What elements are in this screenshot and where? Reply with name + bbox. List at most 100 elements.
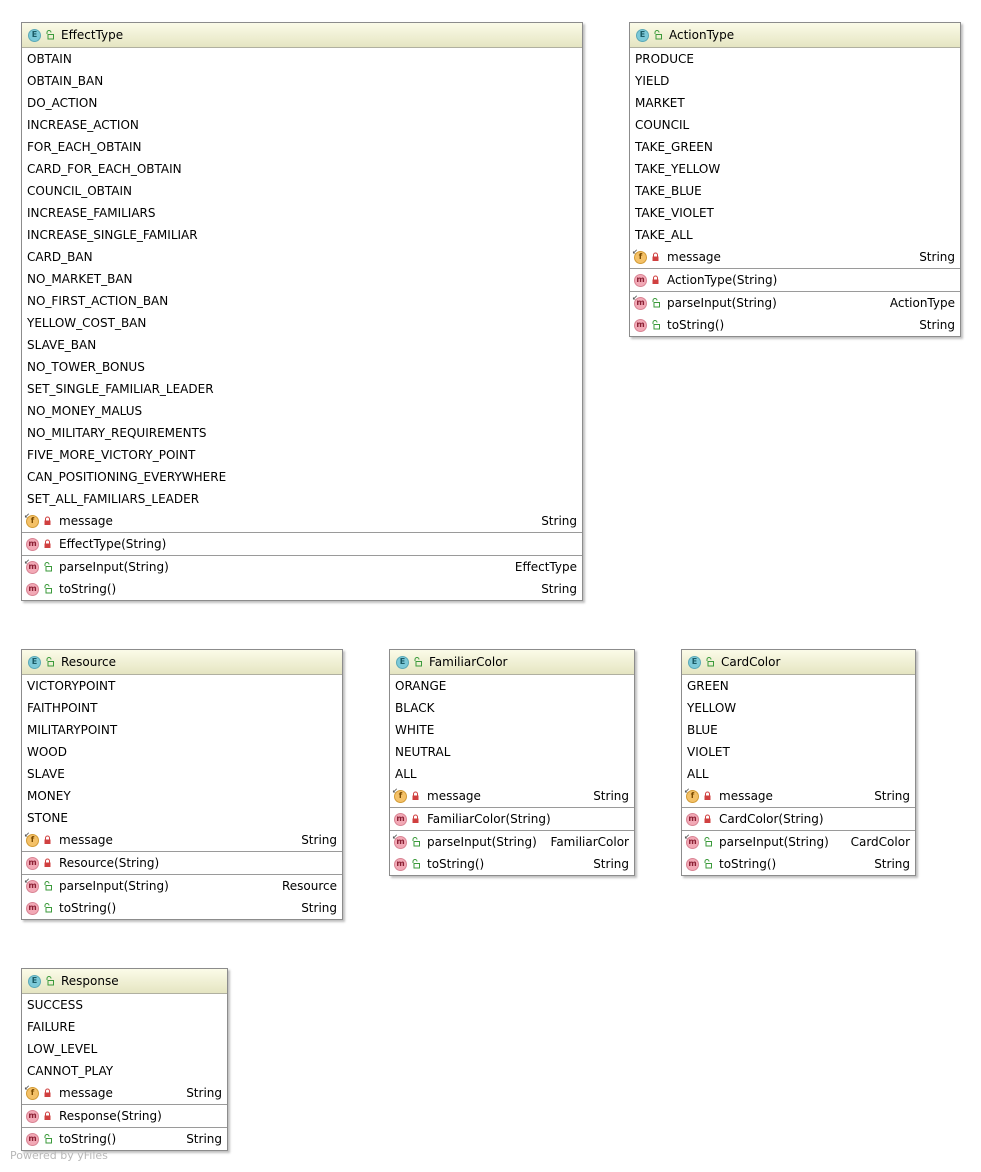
- method-return-type: EffectType: [514, 560, 577, 574]
- constructor-row[interactable]: m ActionType(String): [630, 269, 960, 291]
- enum-constant[interactable]: TAKE_VIOLET: [630, 202, 960, 224]
- enum-constant[interactable]: YELLOW_COST_BAN: [22, 312, 582, 334]
- constructor-row[interactable]: m FamiliarColor(String): [390, 808, 634, 830]
- enum-constant[interactable]: FOR_EACH_OBTAIN: [22, 136, 582, 158]
- constructor-row[interactable]: m Response(String): [22, 1105, 227, 1127]
- field-row[interactable]: f ↙ message String: [22, 510, 582, 532]
- enum-constant[interactable]: NO_MONEY_MALUS: [22, 400, 582, 422]
- constructor-row[interactable]: m EffectType(String): [22, 533, 582, 555]
- enum-constant[interactable]: VIOLET: [682, 741, 915, 763]
- method-row[interactable]: m ↙ parseInput(String) FamiliarColor: [390, 831, 634, 853]
- class-header[interactable]: E Resource: [22, 650, 342, 675]
- field-row[interactable]: f ↙ message String: [682, 785, 915, 807]
- method-row[interactable]: m ↙ parseInput(String) ActionType: [630, 292, 960, 314]
- enum-constant[interactable]: PRODUCE: [630, 48, 960, 70]
- enum-constant[interactable]: SUCCESS: [22, 994, 227, 1016]
- method-row[interactable]: m toString() String: [22, 1128, 227, 1150]
- enum-constant[interactable]: CANNOT_PLAY: [22, 1060, 227, 1082]
- enum-constant[interactable]: OBTAIN_BAN: [22, 70, 582, 92]
- enum-box-response[interactable]: E Response SUCCESS FAILURE LOW_LEVEL CANNOT_P…: [21, 968, 228, 1151]
- enum-constant[interactable]: MILITARYPOINT: [22, 719, 342, 741]
- enum-constant[interactable]: GREEN: [682, 675, 915, 697]
- method-row[interactable]: m toString() String: [390, 853, 634, 875]
- enum-constant[interactable]: SET_SINGLE_FAMILIAR_LEADER: [22, 378, 582, 400]
- enum-box-actiontype[interactable]: E ActionType PRODUCE YIELD MARKET COUNCIL TAKE…: [629, 22, 961, 337]
- enum-constant[interactable]: COUNCIL_OBTAIN: [22, 180, 582, 202]
- enum-constant[interactable]: TAKE_ALL: [630, 224, 960, 246]
- constructor-row[interactable]: m CardColor(String): [682, 808, 915, 830]
- method-row[interactable]: m toString() String: [22, 897, 342, 919]
- enum-constant[interactable]: ORANGE: [390, 675, 634, 697]
- field-name: message: [427, 789, 481, 803]
- enum-constant[interactable]: WOOD: [22, 741, 342, 763]
- enum-constant[interactable]: TAKE_YELLOW: [630, 158, 960, 180]
- enum-constant[interactable]: NO_MILITARY_REQUIREMENTS: [22, 422, 582, 444]
- class-header[interactable]: E CardColor: [682, 650, 915, 675]
- field-row[interactable]: f ↙ message String: [390, 785, 634, 807]
- enum-constant[interactable]: INCREASE_SINGLE_FAMILIAR: [22, 224, 582, 246]
- enum-constant[interactable]: VICTORYPOINT: [22, 675, 342, 697]
- class-header[interactable]: E ActionType: [630, 23, 960, 48]
- enum-constant[interactable]: FIVE_MORE_VICTORY_POINT: [22, 444, 582, 466]
- field-type: String: [593, 789, 629, 803]
- enum-constant[interactable]: INCREASE_FAMILIARS: [22, 202, 582, 224]
- field-type: String: [301, 833, 337, 847]
- enum-constant[interactable]: SET_ALL_FAMILIARS_LEADER: [22, 488, 582, 510]
- enum-constant[interactable]: BLACK: [390, 697, 634, 719]
- constructor-row[interactable]: m Resource(String): [22, 852, 342, 874]
- enum-constant[interactable]: MARKET: [630, 92, 960, 114]
- enum-constant[interactable]: WHITE: [390, 719, 634, 741]
- enum-box-effecttype[interactable]: E EffectType OBTAIN OBTAIN_BAN DO_ACTION INCR…: [21, 22, 583, 601]
- enum-constant[interactable]: MONEY: [22, 785, 342, 807]
- enum-box-cardcolor[interactable]: E CardColor GREEN YELLOW BLUE VIOLET ALL f ↙ mess…: [681, 649, 916, 876]
- enum-constant[interactable]: CARD_FOR_EACH_OBTAIN: [22, 158, 582, 180]
- field-row[interactable]: f ↙ message String: [22, 829, 342, 851]
- enum-constant[interactable]: LOW_LEVEL: [22, 1038, 227, 1060]
- method-return-type: String: [593, 857, 629, 871]
- method-row[interactable]: m ↙ parseInput(String) EffectType: [22, 556, 582, 578]
- method-icon: m: [394, 812, 407, 826]
- enum-constant[interactable]: ALL: [390, 763, 634, 785]
- method-row[interactable]: m ↙ parseInput(String) Resource: [22, 875, 342, 897]
- enum-constant[interactable]: YELLOW: [682, 697, 915, 719]
- enum-constant[interactable]: INCREASE_ACTION: [22, 114, 582, 136]
- enum-constant[interactable]: ALL: [682, 763, 915, 785]
- method-row[interactable]: m toString() String: [22, 578, 582, 600]
- constant-name: LOW_LEVEL: [27, 1042, 98, 1056]
- enum-constant[interactable]: STONE: [22, 807, 342, 829]
- enum-constant[interactable]: FAILURE: [22, 1016, 227, 1038]
- enum-constant[interactable]: CARD_BAN: [22, 246, 582, 268]
- enum-box-resource[interactable]: E Resource VICTORYPOINT FAITHPOINT MILITARYP…: [21, 649, 343, 920]
- enum-constant[interactable]: NO_FIRST_ACTION_BAN: [22, 290, 582, 312]
- public-lock-icon: [703, 859, 712, 869]
- method-row[interactable]: m toString() String: [630, 314, 960, 336]
- method-name: parseInput(String): [59, 560, 169, 574]
- enum-box-familiarcolor[interactable]: E FamiliarColor ORANGE BLACK WHITE NEUTRAL ALL…: [389, 649, 635, 876]
- field-name: message: [667, 250, 721, 264]
- enum-constant[interactable]: NO_TOWER_BONUS: [22, 356, 582, 378]
- method-return-type: Resource: [281, 879, 337, 893]
- enum-constant[interactable]: NEUTRAL: [390, 741, 634, 763]
- enum-constant[interactable]: TAKE_GREEN: [630, 136, 960, 158]
- enum-constant[interactable]: FAITHPOINT: [22, 697, 342, 719]
- class-header[interactable]: E EffectType: [22, 23, 582, 48]
- private-lock-icon: [43, 539, 52, 549]
- method-row[interactable]: m ↙ parseInput(String) CardColor: [682, 831, 915, 853]
- enum-constant[interactable]: TAKE_BLUE: [630, 180, 960, 202]
- class-header[interactable]: E FamiliarColor: [390, 650, 634, 675]
- enum-constant[interactable]: COUNCIL: [630, 114, 960, 136]
- field-row[interactable]: f ↙ message String: [630, 246, 960, 268]
- enum-constant[interactable]: SLAVE_BAN: [22, 334, 582, 356]
- enum-constant[interactable]: SLAVE: [22, 763, 342, 785]
- constant-name: FAITHPOINT: [27, 701, 98, 715]
- enum-constant[interactable]: DO_ACTION: [22, 92, 582, 114]
- enum-constant[interactable]: CAN_POSITIONING_EVERYWHERE: [22, 466, 582, 488]
- class-name: Resource: [61, 655, 117, 669]
- enum-constant[interactable]: OBTAIN: [22, 48, 582, 70]
- enum-constant[interactable]: BLUE: [682, 719, 915, 741]
- field-row[interactable]: f ↙ message String: [22, 1082, 227, 1104]
- enum-constant[interactable]: NO_MARKET_BAN: [22, 268, 582, 290]
- enum-constant[interactable]: YIELD: [630, 70, 960, 92]
- class-header[interactable]: E Response: [22, 969, 227, 994]
- method-row[interactable]: m toString() String: [682, 853, 915, 875]
